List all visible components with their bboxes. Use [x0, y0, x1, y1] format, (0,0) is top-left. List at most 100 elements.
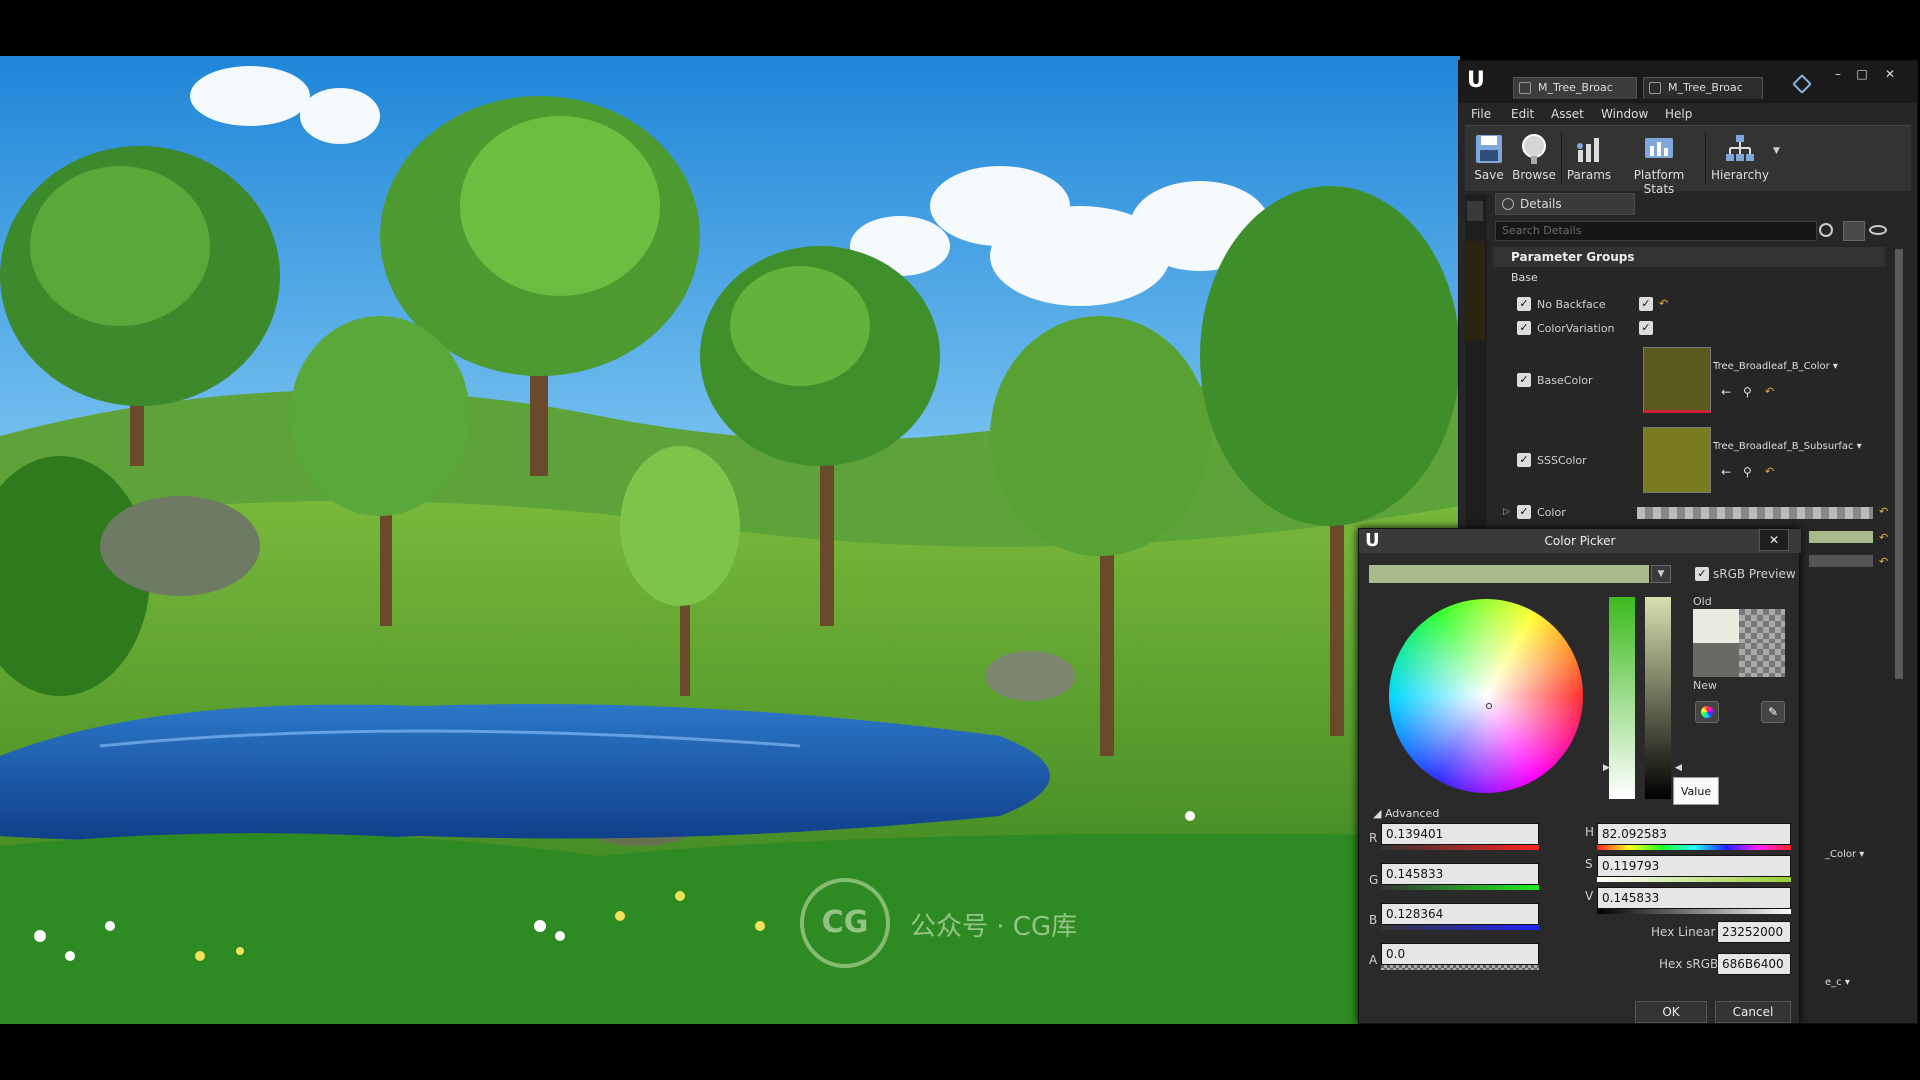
- texture-dropdown-cropped-2[interactable]: e_c ▾: [1825, 977, 1875, 995]
- toolbar: Save Browse Params Platform Stats Hierar…: [1465, 125, 1911, 196]
- sss-color-override-checkbox[interactable]: ✓: [1517, 453, 1531, 467]
- close-icon[interactable]: ✕: [1759, 529, 1789, 551]
- s-input[interactable]: 0.119793: [1597, 855, 1791, 877]
- hierarchy-icon: [1726, 135, 1754, 161]
- reset-icon[interactable]: ↶: [1659, 297, 1668, 310]
- new-color-swatch: [1693, 643, 1739, 677]
- h-input[interactable]: 82.092583: [1597, 823, 1791, 845]
- r-input[interactable]: 0.139401: [1381, 823, 1539, 845]
- params-button[interactable]: Params: [1563, 128, 1615, 188]
- old-color-swatch[interactable]: [1693, 609, 1739, 643]
- r-gradient-bar[interactable]: [1381, 845, 1539, 850]
- sss-color-label: SSSColor: [1537, 454, 1587, 467]
- browse-button[interactable]: Browse: [1511, 128, 1557, 188]
- expand-arrow-icon[interactable]: ▷: [1503, 507, 1510, 517]
- browse-asset-icon[interactable]: ⚲: [1743, 465, 1752, 479]
- save-button[interactable]: Save: [1469, 128, 1509, 188]
- menu-help[interactable]: Help: [1665, 107, 1692, 121]
- a-gradient-bar[interactable]: [1381, 965, 1539, 970]
- current-color-swatch[interactable]: [1369, 565, 1649, 583]
- sss-color-texture-name: Tree_Broadleaf_B_Subsurfac: [1713, 441, 1854, 452]
- texture-dropdown-cropped-2-label: e_c: [1825, 977, 1842, 988]
- search-details-input[interactable]: Search Details: [1495, 221, 1817, 241]
- parameter-groups-header[interactable]: Parameter Groups: [1493, 247, 1885, 267]
- s-gradient-bar[interactable]: [1597, 877, 1791, 882]
- menu-edit[interactable]: Edit: [1511, 107, 1534, 121]
- parameter-groups-title: Parameter Groups: [1511, 250, 1635, 264]
- r-label: R: [1369, 831, 1378, 845]
- no-backface-override-checkbox[interactable]: ✓: [1517, 297, 1531, 311]
- color-themes-button[interactable]: [1695, 701, 1719, 723]
- swatch-dropdown-button[interactable]: ▼: [1651, 565, 1671, 583]
- cancel-button[interactable]: Cancel: [1715, 1001, 1791, 1023]
- reset-icon[interactable]: ↶: [1879, 531, 1888, 544]
- hex-linear-input[interactable]: 23252000: [1717, 921, 1791, 943]
- v-gradient-bar[interactable]: [1597, 909, 1791, 914]
- menu-file[interactable]: File: [1471, 107, 1491, 121]
- v-input[interactable]: 0.145833: [1597, 887, 1791, 909]
- reset-icon[interactable]: ↶: [1879, 505, 1888, 518]
- grid-view-button[interactable]: [1843, 221, 1865, 241]
- reset-icon[interactable]: ↶: [1879, 555, 1888, 568]
- sss-color-thumbnail[interactable]: [1643, 427, 1711, 493]
- menu-asset[interactable]: Asset: [1551, 107, 1584, 121]
- old-label: Old: [1693, 595, 1712, 608]
- srgb-preview-checkbox[interactable]: ✓: [1695, 567, 1709, 581]
- base-color-override-checkbox[interactable]: ✓: [1517, 373, 1531, 387]
- color-variation-override-checkbox[interactable]: ✓: [1517, 321, 1531, 335]
- saturation-slider[interactable]: [1609, 597, 1635, 799]
- base-color-label: BaseColor: [1537, 374, 1593, 387]
- sss-color-texture-dropdown[interactable]: Tree_Broadleaf_B_Subsurfac ▾: [1713, 441, 1873, 459]
- browse-asset-icon[interactable]: ⚲: [1743, 385, 1752, 399]
- document-tab-1-label: M_Tree_Broac: [1538, 81, 1613, 94]
- no-backface-value-checkbox[interactable]: ✓: [1639, 297, 1653, 311]
- pin-icon[interactable]: [1792, 74, 1812, 94]
- details-tab[interactable]: Details: [1495, 193, 1635, 215]
- g-gradient-bar[interactable]: [1381, 885, 1539, 890]
- panel-scroll-indicator: [1467, 201, 1483, 221]
- b-input[interactable]: 0.128364: [1381, 903, 1539, 925]
- b-gradient-bar[interactable]: [1381, 925, 1539, 930]
- base-group-header[interactable]: Base: [1493, 269, 1885, 287]
- platform-stats-button[interactable]: Platform Stats: [1617, 128, 1701, 196]
- use-selected-icon[interactable]: ←: [1721, 385, 1731, 399]
- minimize-button[interactable]: –: [1829, 67, 1847, 81]
- hierarchy-dropdown-icon[interactable]: ▼: [1773, 146, 1780, 156]
- hierarchy-button[interactable]: Hierarchy: [1709, 128, 1771, 188]
- h-gradient-bar[interactable]: [1597, 845, 1791, 850]
- reset-icon[interactable]: ↶: [1765, 385, 1774, 398]
- details-scrollbar[interactable]: [1895, 249, 1903, 679]
- texture-dropdown-cropped[interactable]: _Color ▾: [1825, 849, 1881, 867]
- texture-dropdown-cropped-label: _Color: [1825, 849, 1857, 860]
- color-variation-value-checkbox[interactable]: ✓: [1639, 321, 1653, 335]
- base-color-texture-dropdown[interactable]: Tree_Broadleaf_B_Color ▾: [1713, 361, 1843, 379]
- menu-window[interactable]: Window: [1601, 107, 1648, 121]
- ok-button[interactable]: OK: [1635, 1001, 1707, 1023]
- document-tab-2[interactable]: M_Tree_Broac: [1643, 77, 1763, 99]
- eyedropper-button[interactable]: ✎: [1761, 701, 1785, 723]
- value-tooltip-label: Value: [1680, 785, 1712, 798]
- use-selected-icon[interactable]: ←: [1721, 465, 1731, 479]
- eye-icon[interactable]: [1869, 225, 1887, 235]
- value-slider[interactable]: [1645, 597, 1671, 799]
- b-label: B: [1369, 913, 1378, 927]
- color-swatch-bar-3[interactable]: [1809, 555, 1873, 567]
- document-tab-1[interactable]: M_Tree_Broac: [1513, 77, 1637, 99]
- toolbar-separator: [1561, 132, 1562, 184]
- advanced-toggle[interactable]: ◢ Advanced: [1373, 807, 1439, 820]
- viewport-scene[interactable]: [0, 56, 1460, 1024]
- color-swatch-bar-2[interactable]: [1809, 531, 1873, 543]
- a-input[interactable]: 0.0: [1381, 943, 1539, 965]
- color-wheel[interactable]: [1389, 599, 1583, 793]
- maximize-button[interactable]: □: [1853, 67, 1871, 81]
- color-swatch-bar[interactable]: [1637, 507, 1873, 519]
- base-color-thumbnail[interactable]: [1643, 347, 1711, 413]
- color-override-checkbox[interactable]: ✓: [1517, 505, 1531, 519]
- document-tab-2-label: M_Tree_Broac: [1668, 81, 1743, 94]
- reset-icon[interactable]: ↶: [1765, 465, 1774, 478]
- color-wheel-cursor[interactable]: [1486, 703, 1492, 709]
- close-window-button[interactable]: ✕: [1881, 67, 1899, 81]
- g-input[interactable]: 0.145833: [1381, 863, 1539, 885]
- color-picker-title-bar[interactable]: U Color Picker ✕: [1359, 529, 1801, 553]
- hex-srgb-input[interactable]: 686B6400: [1717, 953, 1791, 975]
